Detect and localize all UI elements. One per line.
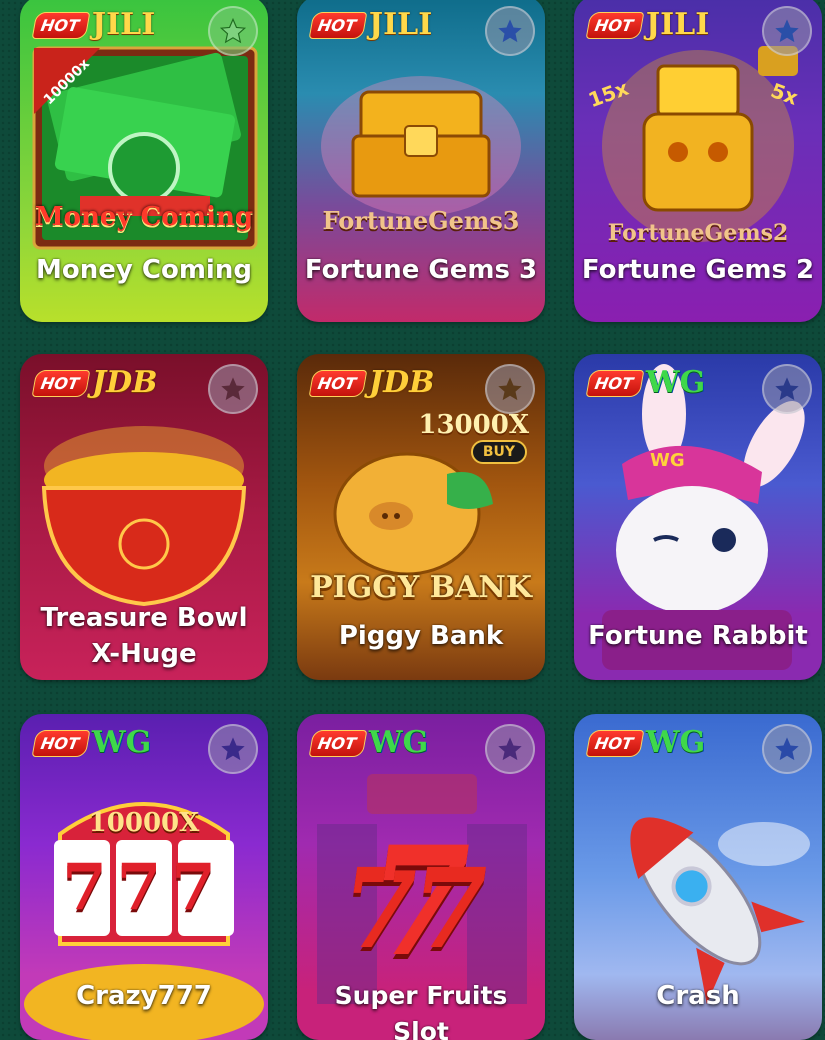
star-icon	[775, 737, 799, 761]
star-icon	[498, 377, 522, 401]
game-title: Money Coming	[36, 255, 252, 285]
max-win-label: 10000X	[88, 808, 200, 838]
favorite-button[interactable]	[485, 724, 535, 774]
game-card-piggy-bank[interactable]: 13000X BUY PIGGY BANK HOT JDB Piggy Bank	[297, 354, 545, 680]
provider-logo: WG	[645, 365, 706, 400]
provider-logo: JILI	[645, 7, 710, 42]
card-badges: HOT WG	[585, 725, 706, 760]
card-badges: HOT WG	[585, 365, 706, 400]
max-win-label: 13000X	[418, 410, 529, 440]
game-card-crazy777[interactable]: 10000X 777 HOT WG Crazy777	[20, 714, 268, 1040]
star-icon	[498, 737, 522, 761]
star-icon	[775, 377, 799, 401]
provider-logo: WG	[645, 725, 706, 760]
buy-label: BUY	[482, 444, 515, 460]
card-badges: HOT JILI	[585, 7, 710, 42]
game-card-fortune-gems-3[interactable]: FortuneGems3 HOT JILI Fortune Gems 3	[297, 0, 545, 322]
game-logo-text: FortuneGems3	[322, 206, 520, 235]
game-logo-text: FortuneGems2	[607, 220, 789, 246]
star-icon	[219, 17, 247, 44]
star-icon	[221, 377, 245, 401]
star-icon	[221, 737, 245, 761]
card-badges: HOT WG	[308, 725, 429, 760]
game-logo-text: PIGGY BANK	[310, 570, 532, 605]
card-badges: HOT JDB	[308, 365, 435, 400]
hot-badge: HOT	[308, 369, 368, 397]
game-card-crash[interactable]: HOT WG Crash	[574, 714, 822, 1040]
lucky-seven-right: 7	[403, 844, 499, 973]
hat-logo: WG	[650, 450, 685, 471]
game-title: Crash	[656, 981, 740, 1011]
game-card-super-fruits-slot[interactable]: 7 7 7 HOT WG Super Fruits Slot	[297, 714, 545, 1040]
game-card-fortune-gems-2[interactable]: 15x 5x FortuneGems2 HOT JILI Fortune Gem…	[574, 0, 822, 322]
favorite-button[interactable]	[485, 364, 535, 414]
provider-logo: WG	[368, 725, 429, 760]
buy-feature-badge: BUY	[470, 440, 527, 464]
game-card-treasure-bowl[interactable]: HOT JDB Treasure Bowl X-Huge	[20, 354, 268, 680]
favorite-button[interactable]	[762, 364, 812, 414]
favorite-button[interactable]	[485, 6, 535, 56]
hot-badge: HOT	[585, 11, 645, 39]
favorite-button[interactable]	[208, 6, 258, 56]
star-icon	[775, 19, 799, 43]
hot-badge: HOT	[308, 729, 368, 757]
game-title: Fortune Rabbit	[588, 621, 808, 651]
star-icon	[498, 19, 522, 43]
favorite-button[interactable]	[208, 724, 258, 774]
game-logo-text: Money Coming	[34, 202, 254, 232]
game-title: Fortune Gems 2	[581, 255, 815, 285]
card-badges: HOT WG	[31, 725, 152, 760]
favorite-button[interactable]	[208, 364, 258, 414]
provider-logo: WG	[91, 725, 152, 760]
hot-badge: HOT	[308, 11, 368, 39]
game-title: Treasure Bowl X-Huge	[40, 603, 248, 669]
card-badges: HOT JDB	[31, 365, 158, 400]
card-badges: HOT JILI	[31, 7, 156, 42]
hot-badge: HOT	[585, 729, 645, 757]
game-card-fortune-rabbit[interactable]: WG HOT WG Fortune Rabbit	[574, 354, 822, 680]
card-badges: HOT JILI	[308, 7, 433, 42]
game-logo-text: 777	[62, 850, 226, 925]
game-grid: Money Coming 10000x HOT JILI Money Comin…	[0, 0, 825, 1040]
favorite-button[interactable]	[762, 724, 812, 774]
hot-badge: HOT	[585, 369, 645, 397]
game-card-money-coming[interactable]: Money Coming 10000x HOT JILI Money Comin…	[20, 0, 268, 322]
provider-logo: JILI	[91, 7, 156, 42]
game-title: Crazy777	[76, 981, 212, 1011]
hot-badge: HOT	[31, 11, 91, 39]
favorite-button[interactable]	[762, 6, 812, 56]
game-title: Super Fruits Slot	[334, 981, 508, 1040]
hot-badge: HOT	[31, 369, 91, 397]
game-title: Fortune Gems 3	[304, 255, 538, 285]
provider-logo: JDB	[368, 365, 435, 400]
game-title: Piggy Bank	[338, 621, 504, 651]
provider-logo: JILI	[368, 7, 433, 42]
hot-badge: HOT	[31, 729, 91, 757]
provider-logo: JDB	[91, 365, 158, 400]
